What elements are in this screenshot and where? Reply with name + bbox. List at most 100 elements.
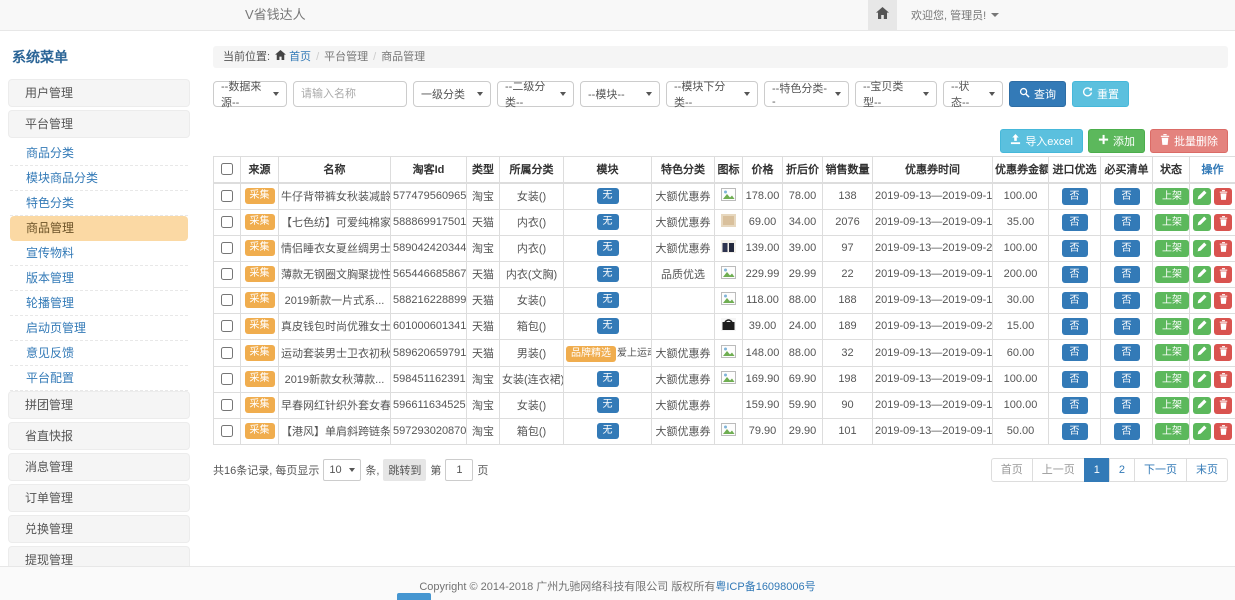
home-nav-button[interactable] <box>868 0 897 30</box>
select-all-checkbox[interactable] <box>221 163 233 175</box>
must-buy-toggle[interactable]: 否 <box>1114 397 1140 414</box>
edit-button[interactable] <box>1193 214 1211 231</box>
row-checkbox[interactable] <box>221 216 233 228</box>
delete-button[interactable] <box>1214 318 1232 335</box>
last-page-button[interactable]: 末页 <box>1186 458 1228 482</box>
edit-button[interactable] <box>1193 292 1211 309</box>
batch-delete-button[interactable]: 批量删除 <box>1150 129 1228 153</box>
delete-button[interactable] <box>1214 397 1232 414</box>
sidebar-item-express-news[interactable]: 省直快报 <box>8 422 190 450</box>
must-buy-toggle[interactable]: 否 <box>1114 344 1140 361</box>
must-buy-toggle[interactable]: 否 <box>1114 371 1140 388</box>
edit-button[interactable] <box>1193 344 1211 361</box>
edit-button[interactable] <box>1193 266 1211 283</box>
import-select-toggle[interactable]: 否 <box>1062 397 1088 414</box>
sidebar-item-platform-config[interactable]: 平台配置 <box>10 366 188 391</box>
row-checkbox[interactable] <box>221 190 233 202</box>
import-select-toggle[interactable]: 否 <box>1062 214 1088 231</box>
query-button[interactable]: 查询 <box>1009 81 1066 107</box>
sidebar-item-order-mgmt[interactable]: 订单管理 <box>8 484 190 512</box>
import-select-toggle[interactable]: 否 <box>1062 344 1088 361</box>
sidebar-item-exchange-mgmt[interactable]: 兑换管理 <box>8 515 190 543</box>
sidebar-item-product-category[interactable]: 商品分类 <box>10 141 188 166</box>
first-page-button[interactable]: 首页 <box>991 458 1033 482</box>
row-checkbox[interactable] <box>221 320 233 332</box>
edit-button[interactable] <box>1193 240 1211 257</box>
must-buy-toggle[interactable]: 否 <box>1114 188 1140 205</box>
sidebar-item-message-mgmt[interactable]: 消息管理 <box>8 453 190 481</box>
module-select[interactable]: --模块-- <box>580 81 660 107</box>
next-page-button[interactable]: 下一页 <box>1134 458 1187 482</box>
status-select[interactable]: --状态-- <box>943 81 1003 107</box>
sidebar-item-feature-category[interactable]: 特色分类 <box>10 191 188 216</box>
add-button[interactable]: 添加 <box>1088 129 1145 153</box>
delete-button[interactable] <box>1214 344 1232 361</box>
delete-button[interactable] <box>1214 423 1232 440</box>
import-select-toggle[interactable]: 否 <box>1062 318 1088 335</box>
breadcrumb-home-link[interactable]: 首页 <box>275 47 311 68</box>
delete-button[interactable] <box>1214 266 1232 283</box>
status-on-shelf-button[interactable]: 上架 <box>1155 240 1189 257</box>
user-menu[interactable]: 欢迎您, 管理员! <box>911 0 999 30</box>
must-buy-toggle[interactable]: 否 <box>1114 240 1140 257</box>
row-checkbox[interactable] <box>221 373 233 385</box>
delete-button[interactable] <box>1214 292 1232 309</box>
edit-button[interactable] <box>1193 371 1211 388</box>
import-select-toggle[interactable]: 否 <box>1062 423 1088 440</box>
import-select-toggle[interactable]: 否 <box>1062 240 1088 257</box>
status-on-shelf-button[interactable]: 上架 <box>1155 318 1189 335</box>
delete-button[interactable] <box>1214 240 1232 257</box>
module-subcategory-select[interactable]: --模块下分类-- <box>666 81 758 107</box>
edit-button[interactable] <box>1193 188 1211 205</box>
level1-category-select[interactable]: 一级分类 <box>413 81 491 107</box>
sidebar-item-splash-mgmt[interactable]: 启动页管理 <box>10 316 188 341</box>
delete-button[interactable] <box>1214 188 1232 205</box>
icp-link[interactable]: 粤ICP备16098006号 <box>715 581 815 593</box>
import-excel-button[interactable]: 导入excel <box>1000 129 1083 153</box>
sidebar-item-version-mgmt[interactable]: 版本管理 <box>10 266 188 291</box>
must-buy-toggle[interactable]: 否 <box>1114 423 1140 440</box>
row-checkbox[interactable] <box>221 399 233 411</box>
feature-category-select[interactable]: --特色分类-- <box>764 81 849 107</box>
page-jump-input[interactable] <box>445 459 473 481</box>
row-checkbox[interactable] <box>221 347 233 359</box>
reset-button[interactable]: 重置 <box>1072 81 1129 107</box>
data-source-select[interactable]: --数据来源-- <box>213 81 287 107</box>
status-on-shelf-button[interactable]: 上架 <box>1155 371 1189 388</box>
row-checkbox[interactable] <box>221 294 233 306</box>
sidebar-item-platform[interactable]: 平台管理 <box>8 110 190 138</box>
page-size-select[interactable]: 10 <box>323 459 361 481</box>
prev-page-button[interactable]: 上一页 <box>1032 458 1085 482</box>
page-button-1[interactable]: 1 <box>1084 458 1110 482</box>
status-on-shelf-button[interactable]: 上架 <box>1155 266 1189 283</box>
import-select-toggle[interactable]: 否 <box>1062 371 1088 388</box>
edit-button[interactable] <box>1193 423 1211 440</box>
sidebar-item-users[interactable]: 用户管理 <box>8 79 190 107</box>
level2-category-select[interactable]: --二级分类-- <box>497 81 574 107</box>
sidebar-item-product-mgmt[interactable]: 商品管理 <box>10 216 188 241</box>
must-buy-toggle[interactable]: 否 <box>1114 318 1140 335</box>
import-select-toggle[interactable]: 否 <box>1062 292 1088 309</box>
delete-button[interactable] <box>1214 214 1232 231</box>
page-button-2[interactable]: 2 <box>1109 458 1135 482</box>
must-buy-toggle[interactable]: 否 <box>1114 266 1140 283</box>
sidebar-item-withdraw-mgmt[interactable]: 提现管理 <box>8 546 190 566</box>
sidebar-item-module-product-category[interactable]: 模块商品分类 <box>10 166 188 191</box>
status-on-shelf-button[interactable]: 上架 <box>1155 188 1189 205</box>
row-checkbox[interactable] <box>221 242 233 254</box>
must-buy-toggle[interactable]: 否 <box>1114 214 1140 231</box>
delete-button[interactable] <box>1214 371 1232 388</box>
status-on-shelf-button[interactable]: 上架 <box>1155 423 1189 440</box>
sidebar-item-carousel-mgmt[interactable]: 轮播管理 <box>10 291 188 316</box>
status-on-shelf-button[interactable]: 上架 <box>1155 292 1189 309</box>
import-select-toggle[interactable]: 否 <box>1062 266 1088 283</box>
row-checkbox[interactable] <box>221 425 233 437</box>
edit-button[interactable] <box>1193 397 1211 414</box>
sidebar-item-promo-materials[interactable]: 宣传物料 <box>10 241 188 266</box>
status-on-shelf-button[interactable]: 上架 <box>1155 214 1189 231</box>
item-type-select[interactable]: --宝贝类型-- <box>855 81 937 107</box>
must-buy-toggle[interactable]: 否 <box>1114 292 1140 309</box>
row-checkbox[interactable] <box>221 268 233 280</box>
search-input[interactable] <box>293 81 407 107</box>
sidebar-item-groupbuy-mgmt[interactable]: 拼团管理 <box>8 391 190 419</box>
